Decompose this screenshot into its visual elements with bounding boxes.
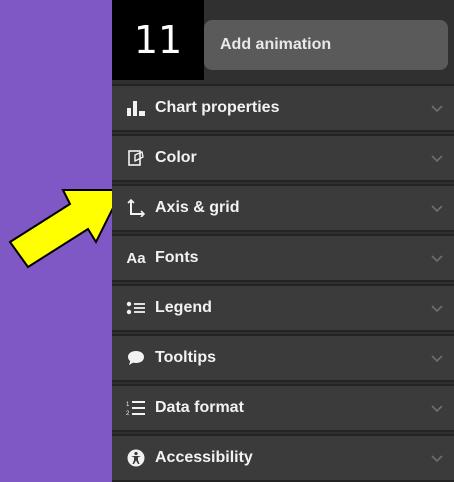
chart-settings-panel: 11 Add animation Chart properties Color [112,0,454,482]
tooltip-icon [125,350,147,366]
svg-text:1: 1 [126,402,130,408]
legend-icon [125,300,147,316]
accessibility-icon [125,449,147,467]
svg-text:2: 2 [126,411,130,417]
fonts-icon: Aa [125,251,147,266]
section-tooltips[interactable]: Tooltips [112,334,454,382]
numbered-list-icon: 1 2 [125,399,147,417]
bar-chart-icon [125,99,147,117]
section-color[interactable]: Color [112,134,454,182]
pointer-arrow-icon [0,160,125,280]
section-label: Fonts [155,249,199,266]
chevron-down-icon [431,405,443,413]
chevron-down-icon [431,455,443,463]
chevron-down-icon [431,155,443,163]
chevron-down-icon [431,105,443,113]
section-label: Color [155,149,197,166]
section-label: Accessibility [155,449,253,466]
add-animation-label: Add animation [220,36,332,53]
chevron-down-icon [431,255,443,263]
add-animation-button[interactable]: Add animation [204,20,448,70]
chevron-down-icon [431,355,443,363]
section-label: Tooltips [155,349,217,366]
section-label: Data format [155,399,244,416]
section-fonts[interactable]: Aa Fonts [112,234,454,282]
fonts-icon-text: Aa [126,249,146,267]
section-label: Chart properties [155,99,280,116]
section-axis-grid[interactable]: Axis & grid [112,184,454,232]
chevron-down-icon [431,305,443,313]
section-data-format[interactable]: 1 2 Data format [112,384,454,432]
section-label: Axis & grid [155,199,240,216]
palette-icon [125,149,147,167]
section-chart-properties[interactable]: Chart properties [112,84,454,132]
section-legend[interactable]: Legend [112,284,454,332]
chevron-down-icon [431,205,443,213]
section-label: Legend [155,299,212,316]
step-number-badge: 11 [112,0,204,80]
axis-icon [125,199,147,217]
